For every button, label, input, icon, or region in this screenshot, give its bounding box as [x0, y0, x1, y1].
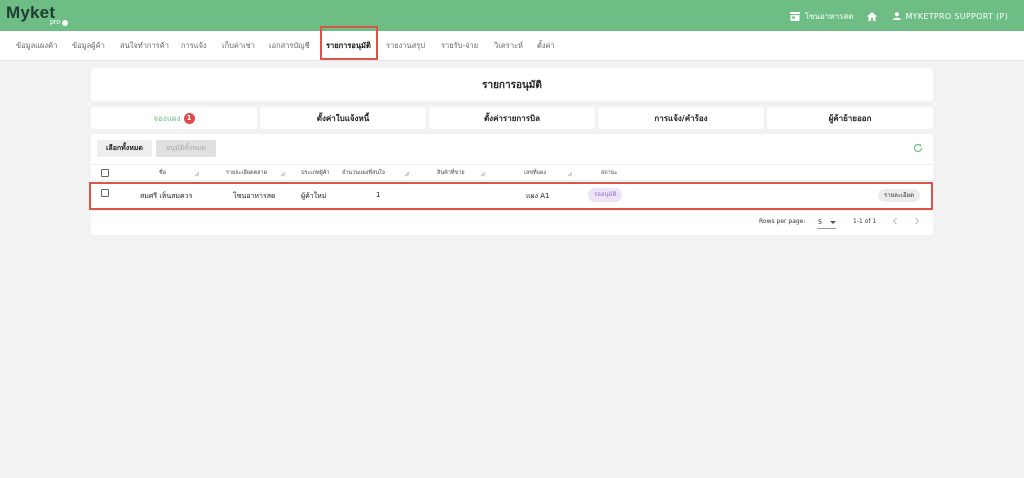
tab-bill-settings-label: ตั้งค่ารายการบิล [483, 113, 541, 123]
header-name[interactable]: ชื่อ [159, 169, 166, 177]
nav-item-rent[interactable]: เก็บค่าเช่า [222, 40, 255, 52]
main-nav: ข้อมูลแผงค้า ข้อมูลผู้ค้า สนใจทำการค้า ก… [0, 31, 1024, 61]
store-name[interactable]: โซนอาหารสด [805, 10, 854, 23]
rows-per-page-select[interactable]: 5 [817, 215, 836, 229]
header-goods[interactable]: สินค้าที่ขาย [437, 169, 465, 177]
nav-item-vendors[interactable]: ข้อมูลผู้ค้า [72, 40, 105, 52]
user-name[interactable]: MYKETPRO SUPPORT (P) [905, 12, 1008, 21]
approve-all-button[interactable]: อนุมัติทั้งหมด [156, 140, 216, 157]
header-checkbox[interactable] [101, 169, 109, 177]
pagination: Rows per page: 5 1-1 of 1 [91, 214, 933, 231]
resize-handle-icon[interactable] [567, 171, 573, 177]
brand-sub: pro [50, 19, 61, 26]
header-stall-count[interactable]: จำนวนแผงที่สนใจ [342, 169, 385, 177]
resize-handle-icon[interactable] [194, 171, 200, 177]
nav-item-settings[interactable]: ตั้งค่า [537, 40, 555, 52]
nav-item-stalls[interactable]: ข้อมูลแผงค้า [16, 40, 57, 52]
top-bar: Myket pro โซนอาหารสด MYKETPRO SUPPORT (P… [0, 0, 1024, 31]
page-title-panel: รายการอนุมัติ [91, 68, 933, 101]
nav-item-accounting[interactable]: เอกสารบัญชี [269, 40, 310, 52]
page-title: รายการอนุมัติ [482, 80, 542, 91]
chevron-left-icon[interactable] [890, 216, 900, 226]
tab-bill-settings[interactable]: ตั้งค่ารายการบิล [429, 107, 595, 129]
chevron-right-icon[interactable] [912, 216, 922, 226]
top-right-menu: โซนอาหารสด MYKETPRO SUPPORT (P) [789, 10, 1008, 23]
resize-handle-icon[interactable] [280, 171, 286, 177]
nav-item-notifications[interactable]: การแจ้ง [181, 40, 207, 52]
nav-item-analytics[interactable]: วิเคราะห์ [494, 40, 523, 52]
header-stall-no[interactable]: เลขที่แผง [524, 169, 546, 177]
tab-invoice-settings[interactable]: ตั้งค่าใบแจ้งหนี้ [260, 107, 426, 129]
tab-booking-label: จองแผง [153, 113, 181, 123]
nav-item-interested[interactable]: สนใจทำการค้า [120, 40, 169, 52]
pagination-range: 1-1 of 1 [853, 218, 877, 225]
caret-down-icon [830, 221, 836, 224]
brand-dot-icon [62, 20, 68, 26]
resize-handle-icon[interactable] [480, 171, 486, 177]
brand-logo[interactable]: Myket pro [6, 3, 68, 29]
refresh-icon[interactable] [913, 143, 923, 153]
resize-handle-icon[interactable] [404, 171, 410, 177]
row-highlight-box [89, 182, 933, 210]
nav-item-reports[interactable]: รายงานสรุป [386, 40, 425, 52]
tab-requests-label: การแจ้ง/คำร้อง [654, 113, 708, 123]
nav-item-income-expense[interactable]: รายรับ-จ่าย [441, 40, 478, 52]
nav-highlight-box [320, 26, 378, 60]
store-icon[interactable] [789, 11, 800, 21]
select-all-button[interactable]: เลือกทั้งหมด [97, 140, 152, 157]
tab-booking[interactable]: จองแผง 1 [91, 107, 257, 129]
header-status[interactable]: สถานะ [601, 169, 618, 177]
header-market[interactable]: รายละเอียดตลาด [226, 169, 267, 177]
brand-name: Myket [6, 3, 56, 22]
user-icon[interactable] [893, 12, 902, 20]
rows-per-page-value: 5 [818, 218, 823, 226]
header-vendor-type[interactable]: ประเภทผู้ค้า [301, 169, 330, 177]
table-header: ชื่อ รายละเอียดตลาด ประเภทผู้ค้า จำนวนแผ… [91, 164, 933, 181]
home-icon[interactable] [867, 11, 878, 21]
rows-per-page-label: Rows per page: [759, 218, 806, 225]
tab-booking-badge: 1 [183, 112, 195, 124]
tab-vendor-moveout-label: ผู้ค้าย้ายออก [828, 113, 872, 123]
tab-vendor-moveout[interactable]: ผู้ค้าย้ายออก [767, 107, 933, 129]
tab-invoice-settings-label: ตั้งค่าใบแจ้งหนี้ [316, 113, 370, 123]
tab-requests[interactable]: การแจ้ง/คำร้อง [598, 107, 764, 129]
